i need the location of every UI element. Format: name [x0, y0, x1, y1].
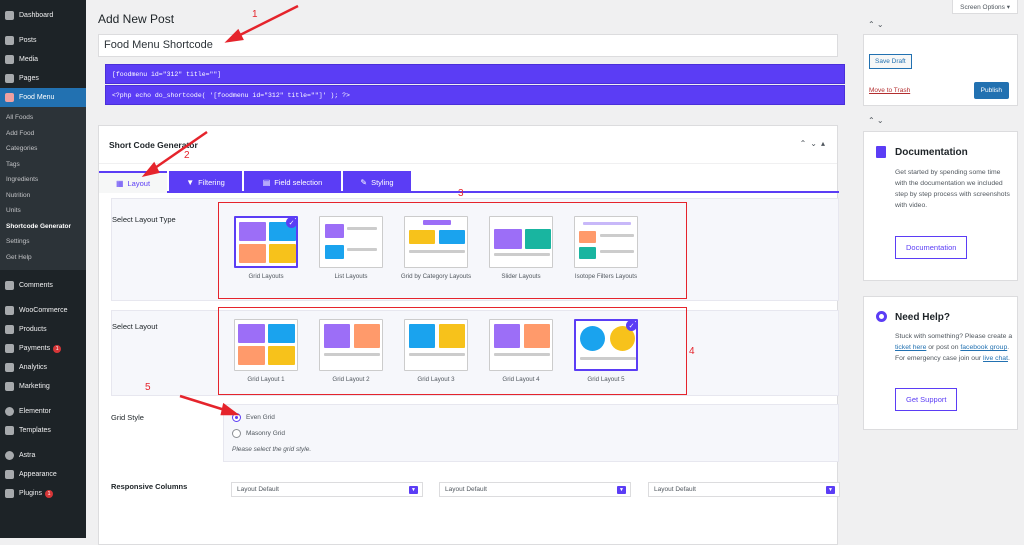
annotation-arrowhead-2: [141, 161, 160, 178]
annotation-number-5: 5: [145, 382, 151, 393]
annotation-number-3: 3: [458, 188, 464, 199]
annotation-number-1: 1: [252, 9, 258, 20]
annotation-box-3: [218, 202, 687, 299]
annotation-number-2: 2: [184, 150, 190, 161]
annotation-arrow-1: [235, 4, 299, 39]
annotation-number-4: 4: [689, 346, 695, 357]
annotation-box-4: [218, 307, 687, 395]
annotation-arrowhead-1: [224, 28, 244, 43]
annotation-arrow-2: [151, 130, 208, 172]
annotation-arrowhead-5: [220, 402, 240, 416]
annotation-arrow-5: [179, 394, 229, 413]
